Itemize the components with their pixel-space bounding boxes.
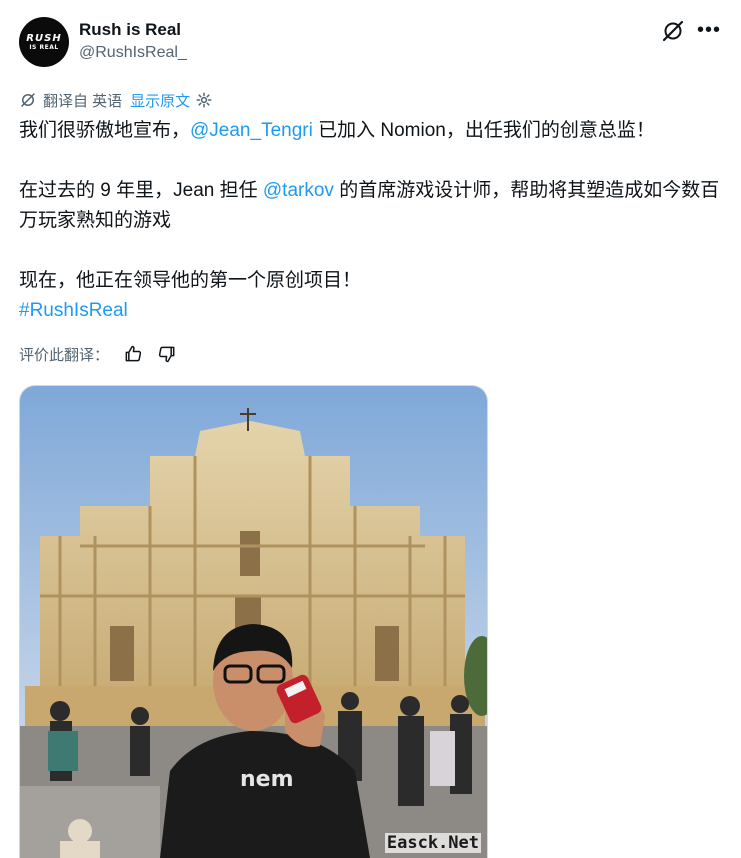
translate-icon (21, 93, 35, 107)
more-icon[interactable]: ••• (697, 20, 721, 40)
thumbs-up-icon[interactable] (123, 344, 143, 364)
hashtag-link[interactable]: #RushIsReal (19, 300, 128, 321)
user-handle[interactable]: @RushIsReal_ (79, 44, 187, 62)
tweet-text: 我们很骄傲地宣布，@Jean_Tengri 已加入 Nomion，出任我们的创意… (19, 116, 724, 326)
thumbs-down-icon[interactable] (157, 344, 177, 364)
avatar-logo-subtext: IS REAL (29, 43, 59, 51)
tweet-photo[interactable]: nem Easck.Net (19, 385, 488, 858)
photo-illustration: nem (20, 386, 487, 858)
mention-link[interactable]: @Jean_Tengri (190, 120, 313, 141)
avatar-logo-text: RUSH (26, 32, 62, 44)
show-original-link[interactable]: 显示原文 (130, 90, 190, 111)
gear-icon[interactable] (195, 91, 213, 109)
translation-bar: 翻译自 英语 显示原文 (19, 90, 213, 110)
display-name[interactable]: Rush is Real (79, 20, 181, 40)
tweet-header: RUSH IS REAL Rush is Real @RushIsReal_ •… (19, 16, 727, 68)
rate-label: 评价此翻译： (19, 346, 110, 364)
tweet-paragraph-1: 我们很骄傲地宣布，@Jean_Tengri 已加入 Nomion，出任我们的创意… (19, 120, 655, 141)
grok-icon[interactable] (661, 19, 685, 43)
avatar[interactable]: RUSH IS REAL (19, 17, 69, 67)
translation-label: 翻译自 英语 (43, 92, 123, 110)
rate-translation: 评价此翻译： (19, 343, 177, 365)
svg-text:nem: nem (240, 767, 294, 792)
tweet-paragraph-3: 现在，他正在领导他的第一个原创项目！ (19, 270, 362, 291)
mention-link[interactable]: @tarkov (263, 180, 334, 201)
watermark-text: Easck.Net (384, 833, 481, 853)
tweet-paragraph-2: 在过去的 9 年里，Jean 担任 @tarkov 的首席游戏设计师，帮助将其塑… (19, 180, 720, 231)
